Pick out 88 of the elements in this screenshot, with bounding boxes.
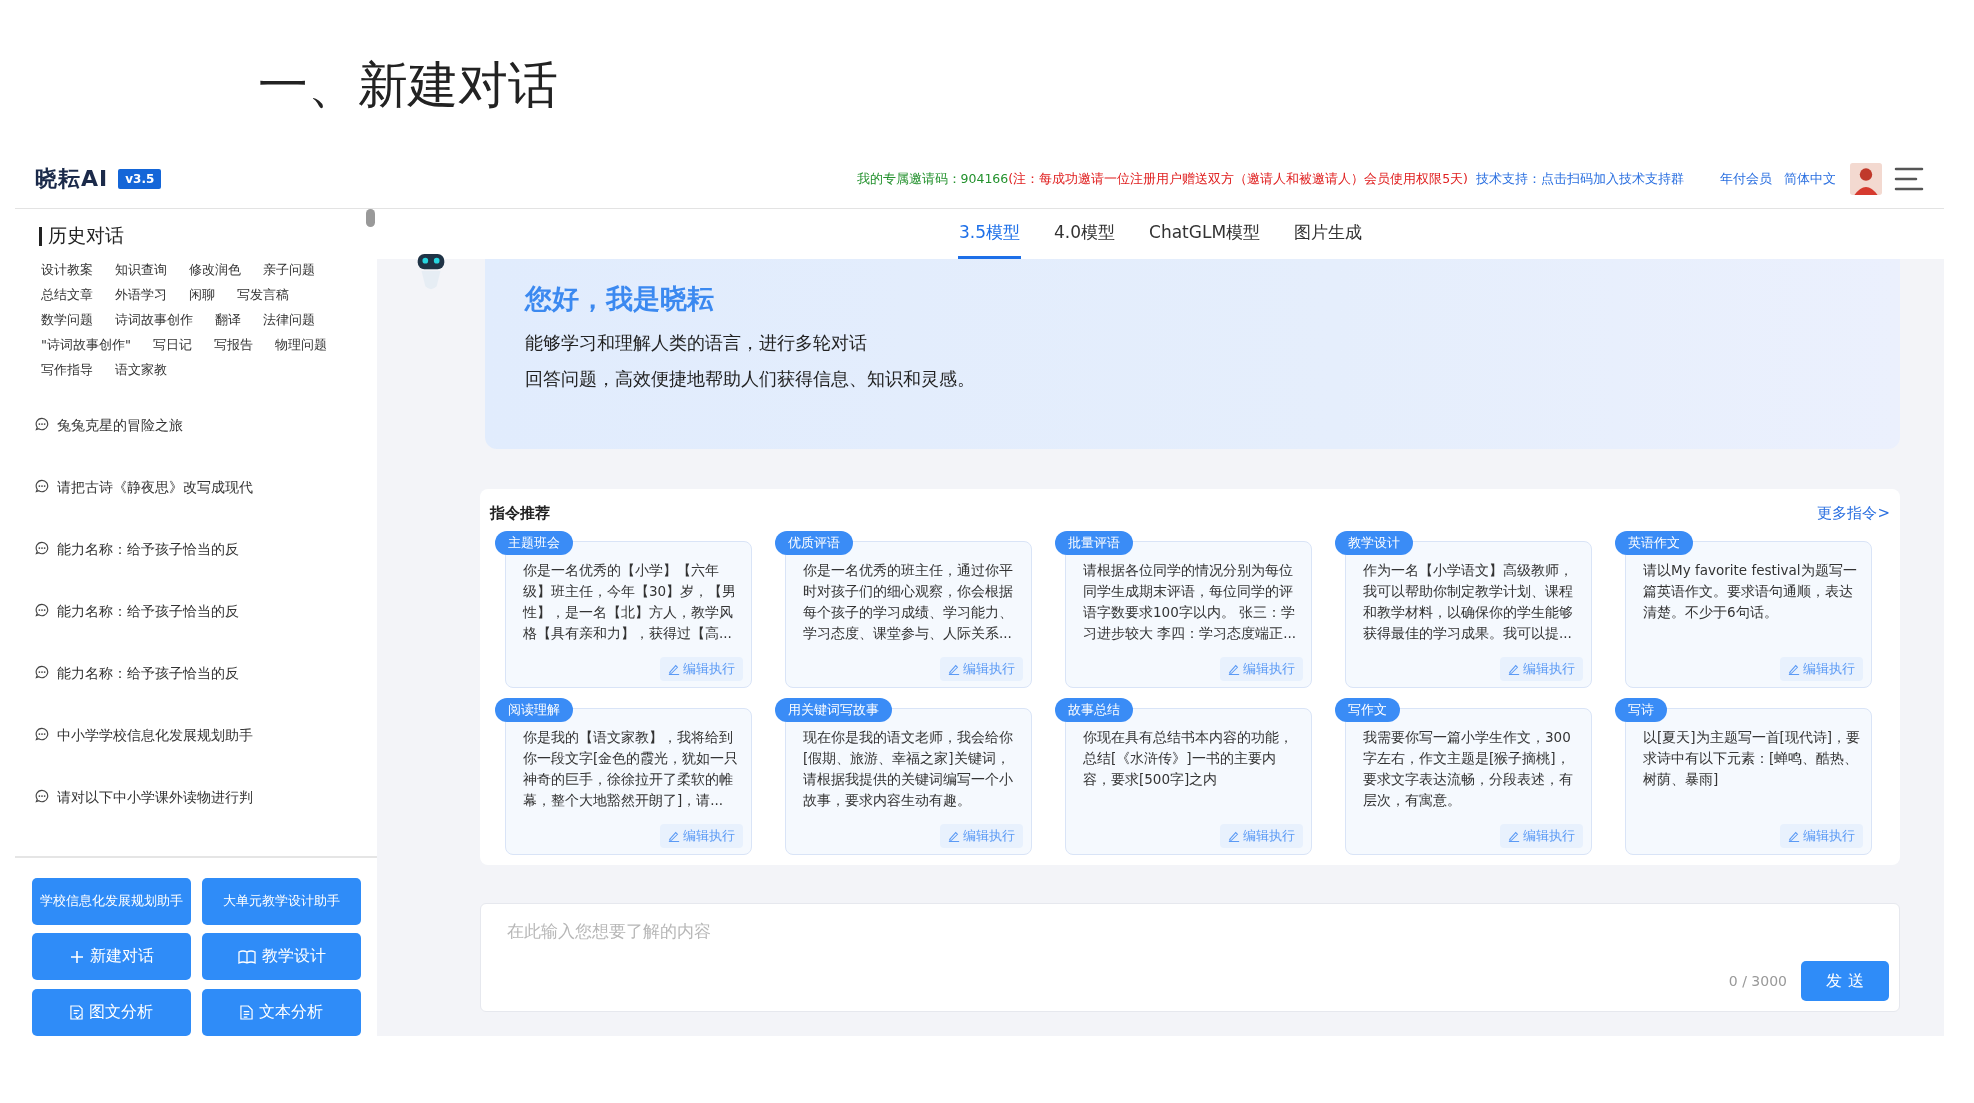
topic-tag[interactable]: 语文家教 [115,361,167,379]
card-text: 你是一名优秀的【小学】【六年级】班主任，今年【30】岁，【男性】，是一名【北】方人，教学风格【具有亲和力】，获得过【高... [523,561,738,643]
header-link[interactable]: 简体中文 [1784,170,1836,188]
pencil-icon [1508,830,1520,842]
header-link[interactable]: 年付会员 [1720,170,1772,188]
card-text: 你是一名优秀的班主任，通过你平时对孩子们的细心观察，你会根据每个孩子的学习成绩、学习能力、学习态度、课堂参与、人际关系... [803,561,1014,643]
invite-note: (注：每成功邀请一位注册用户赠送双方（邀请人和被邀请人）会员使用权限5天) [1008,170,1468,186]
card-tag: 英语作文 [1615,531,1693,555]
topic-tag[interactable]: 物理问题 [274,336,327,354]
invite-code: 我的专属邀请码：904166 [856,170,1009,186]
pencil-icon [948,830,960,842]
pencil-icon [1228,830,1240,842]
welcome-title: 您好，我是晓耘 [525,282,715,316]
chat-icon [35,727,49,741]
pencil-icon [1228,663,1240,675]
history-item[interactable]: 请对以下中小学课外读物进行判 [57,789,253,807]
pencil-icon [668,663,680,675]
history-item[interactable]: 能力名称：给予孩子恰当的反 [57,603,239,621]
topic-tag[interactable]: 诗词故事创作 [115,311,193,329]
topic-tag[interactable]: "诗词故事创作" [41,336,131,354]
book-icon [237,949,256,964]
topic-tag[interactable]: 写日记 [152,336,192,354]
card-tag: 教学设计 [1335,531,1413,555]
welcome-text: 回答问题，高效便捷地帮助人们获得信息、知识和灵感。 [525,367,976,391]
pencil-icon [1788,663,1800,675]
history-title: 历史对话 [15,209,377,249]
model-tab[interactable]: ChatGLM模型 [1148,209,1262,259]
menu-icon[interactable] [1894,166,1924,192]
welcome-text: 能够学习和理解人类的语言，进行多轮对话 [525,331,868,355]
topic-tag[interactable]: 写报告 [213,336,253,354]
topic-tag[interactable]: 设计教案 [41,261,93,279]
history-item[interactable]: 中小学学校信息化发展规划助手 [57,727,253,745]
topic-tag[interactable]: 翻译 [215,311,241,329]
topic-tag[interactable]: 数学问题 [41,311,93,329]
document-check-icon [70,1004,83,1020]
pencil-icon [668,830,680,842]
slide-title: 一、新建对话 [257,55,559,116]
card-text: 以[夏天]为主题写一首[现代诗]，要求诗中有以下元素：[蝉鸣、酷热、树荫、暴雨] [1643,728,1862,789]
card-text: 请以My favorite festival为题写一篇英语作文。要求语句通顺，表达清楚。不少于6句话。 [1643,561,1858,622]
chat-icon [35,789,49,803]
avatar-icon[interactable] [1850,163,1882,195]
card-tag: 阅读理解 [495,698,573,722]
chat-icon [35,417,49,431]
card-text: 作为一名【小学语文】高级教师，我可以帮助你制定教学计划、课程和教学材料，以确保你的学生能够获得最佳的学习成果。我可以提... [1363,561,1574,643]
card-tag: 写诗 [1615,698,1667,722]
topic-tag[interactable]: 写发言稿 [237,286,289,304]
card-tag: 优质评语 [775,531,853,555]
topic-tag[interactable]: 总结文章 [41,286,93,304]
topic-tag[interactable]: 修改润色 [189,261,241,279]
chat-icon [35,541,49,555]
panel-title: 指令推荐 [490,503,550,523]
model-tab[interactable]: 图片生成 [1293,209,1364,259]
pencil-icon [1788,830,1800,842]
char-counter: 0 / 3000 [1728,973,1787,989]
plus-icon [69,949,84,964]
chat-icon [35,665,49,679]
topic-tag[interactable]: 知识查询 [115,261,167,279]
support-label: 技术支持： [1476,170,1541,186]
card-tag: 用关键词写故事 [775,698,892,722]
pencil-icon [1508,663,1520,675]
card-text: 现在你是我的语文老师，我会给你[假期、旅游、幸福之家]关键词，请根据我提供的关键词编写一个小故事，要求内容生动有趣。 [803,728,1014,810]
topic-tag[interactable]: 闲聊 [189,286,215,304]
pencil-icon [948,663,960,675]
chat-icon [35,603,49,617]
model-tab[interactable]: 4.0模型 [1052,209,1116,259]
card-tag: 写作文 [1335,698,1400,722]
history-item[interactable]: 能力名称：给予孩子恰当的反 [57,541,239,559]
topic-tag[interactable]: 写作指导 [41,361,93,379]
history-item[interactable]: 请把古诗《静夜思》改写成现代 [57,479,253,497]
card-text: 你现在具有总结书本内容的功能，总结[《水浒传》]一书的主要内容，要求[500字]之内 [1083,728,1294,789]
card-tag: 故事总结 [1055,698,1133,722]
support-link[interactable]: 点击扫码加入技术支持群 [1541,170,1684,186]
topic-tag[interactable]: 法律问题 [263,311,315,329]
history-item[interactable]: 能力名称：给予孩子恰当的反 [57,665,239,683]
card-tag: 批量评语 [1055,531,1133,555]
logo: 晓耘AI [35,165,109,193]
chat-icon [35,479,49,493]
card-text: 你是我的【语文家教】，我将给到你一段文字[金色的霞光，犹如一只神奇的巨手，徐徐拉开了柔软的帷幕，整个大地豁然开朗了]，请... [523,728,740,810]
scrollbar-thumb[interactable] [366,209,375,227]
card-tag: 主题班会 [495,531,573,555]
topic-tag[interactable]: 亲子问题 [263,261,315,279]
more-link[interactable]: 更多指令> [1817,503,1890,523]
history-item[interactable]: 兔兔克星的冒险之旅 [57,417,183,435]
topic-tag[interactable]: 外语学习 [115,286,167,304]
document-icon [240,1004,253,1020]
card-text: 我需要你写一篇小学生作文，300字左右，作文主题是[猴子摘桃]，要求文字表达流畅，分段表述，有层次，有寓意。 [1363,728,1574,810]
card-text: 请根据各位同学的情况分别为每位同学生成期末评语，每位同学的评语字数要求100字以内。 张三：学习进步较大 李四：学习态度端正... [1083,561,1298,643]
version-badge: v3.5 [118,169,162,189]
